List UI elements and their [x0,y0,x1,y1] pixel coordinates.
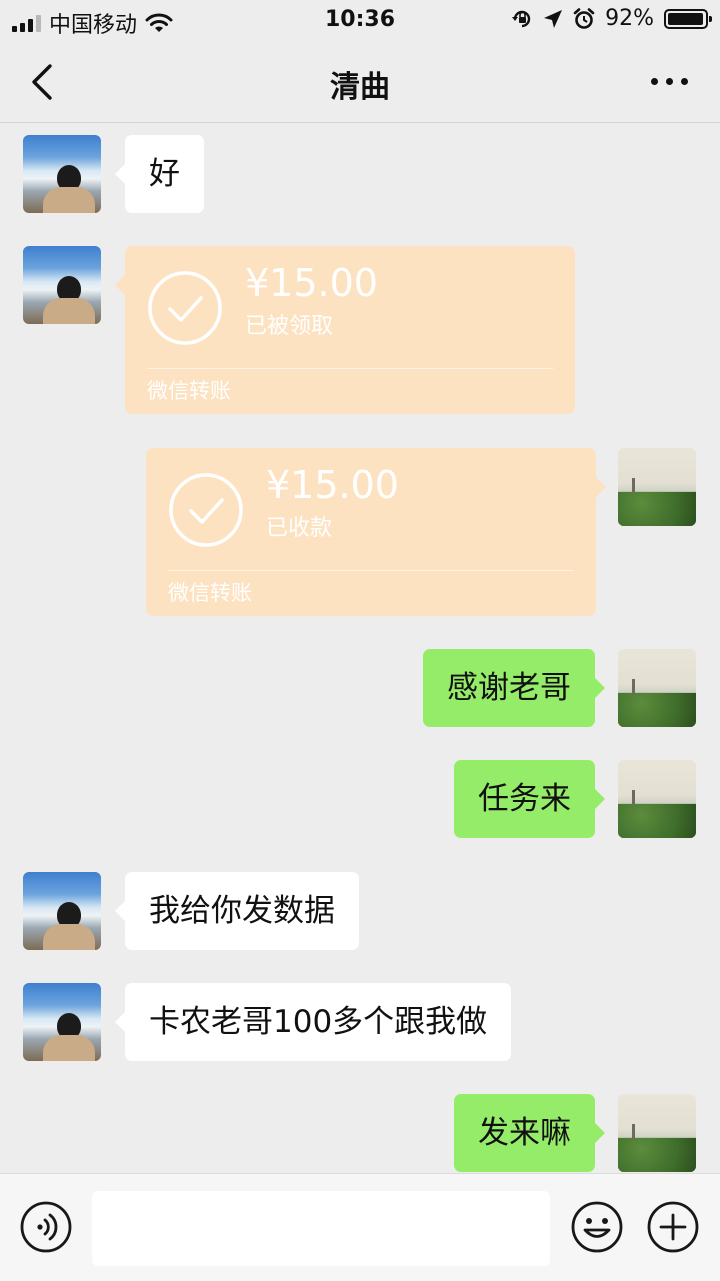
check-circle-icon [148,271,222,345]
contact-avatar[interactable] [23,135,101,213]
transfer-divider [147,368,553,369]
emoji-icon[interactable] [571,1201,623,1253]
message-bubble-received[interactable]: 好 [115,135,204,213]
message-bubble-received[interactable]: 卡农老哥100多个跟我做 [114,983,512,1061]
message-bubble-sent[interactable]: 发来嘛 [454,1094,605,1172]
transfer-card-sent[interactable]: ¥15.00 已收款 微信转账 [146,448,606,616]
message-bubble-sent[interactable]: 感谢老哥 [423,649,605,727]
status-bar: 中国移动 10:36 92% [0,0,720,40]
transfer-card-received[interactable]: ¥15.00 已被领取 微信转账 [115,246,575,414]
message-bubble-received[interactable]: 我给你发数据 [115,872,359,950]
transfer-amount: ¥15.00 [245,261,378,305]
my-avatar[interactable] [618,1094,696,1172]
my-avatar[interactable] [618,448,696,526]
transfer-label: 微信转账 [147,379,231,403]
location-arrow-icon [544,9,563,28]
contact-avatar[interactable] [23,983,101,1061]
orientation-lock-icon [512,10,531,27]
transfer-status: 已被领取 [245,314,334,339]
contact-avatar[interactable] [23,246,101,324]
input-bar [0,1173,720,1281]
alarm-icon [573,7,595,29]
transfer-status: 已收款 [266,516,333,541]
my-avatar[interactable] [618,760,696,838]
more-dots-icon[interactable] [651,78,688,85]
transfer-amount: ¥15.00 [266,463,399,507]
nav-bar: 清曲 [0,40,720,123]
battery-percent: 92% [605,6,654,31]
chat-title: 清曲 [330,70,390,105]
plus-icon[interactable] [647,1201,699,1253]
message-bubble-sent[interactable]: 任务来 [454,760,605,838]
battery-icon [664,8,712,29]
voice-icon[interactable] [20,1201,72,1253]
contact-avatar[interactable] [23,872,101,950]
message-input[interactable] [92,1191,550,1266]
check-circle-icon [169,473,243,547]
transfer-label: 微信转账 [168,581,252,605]
my-avatar[interactable] [618,649,696,727]
transfer-divider [168,570,574,571]
